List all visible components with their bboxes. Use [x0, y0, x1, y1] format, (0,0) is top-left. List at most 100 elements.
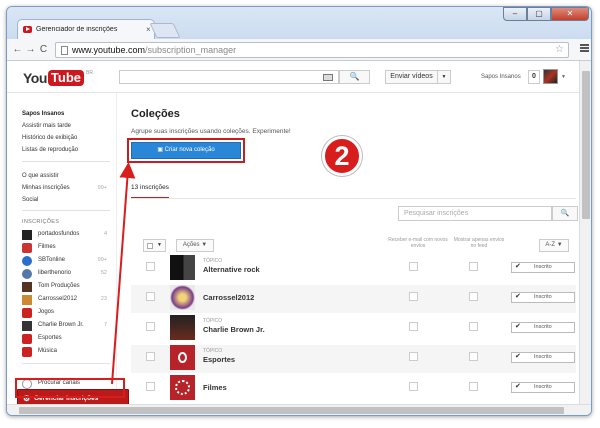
- filter-search-button[interactable]: 🔍: [552, 206, 578, 221]
- subscribed-label: Inscrito: [534, 294, 552, 300]
- upload-dropdown-button[interactable]: ▼: [437, 70, 451, 84]
- feed-checkbox[interactable]: [469, 292, 478, 301]
- sidebar-item-social[interactable]: Social: [22, 197, 38, 203]
- sidebar-item-liberthenorio[interactable]: liberthenorio: [38, 270, 71, 276]
- subscription-manager: Coleções Agrupe suas inscrições usando c…: [117, 93, 579, 404]
- youtube-favicon-icon: [23, 26, 32, 33]
- feed-checkbox[interactable]: [469, 322, 478, 331]
- actions-dropdown[interactable]: Ações ▼: [176, 239, 214, 252]
- sidebar-item-esportes[interactable]: Esportes: [38, 335, 62, 341]
- sidebar-item-filmes[interactable]: Filmes: [38, 244, 56, 250]
- subscribed-label: Inscrito: [534, 384, 552, 390]
- tab-subscriptions-count[interactable]: 13 inscrições: [131, 184, 169, 199]
- sidebar-item-portadosfundos[interactable]: portadosfundos: [38, 231, 79, 237]
- sort-dropdown[interactable]: A-Z ▼: [539, 239, 569, 252]
- sidebar-item-carrossel2012[interactable]: Carrossel2012: [38, 296, 77, 302]
- channel-thumbnail[interactable]: [170, 315, 195, 340]
- notifications-count[interactable]: 0: [528, 70, 540, 84]
- filter-subscriptions-input[interactable]: Pesquisar inscrições: [398, 206, 552, 221]
- close-window-button[interactable]: ✕: [551, 7, 589, 21]
- feed-checkbox[interactable]: [469, 352, 478, 361]
- logo-region: BR: [86, 70, 93, 76]
- email-checkbox[interactable]: [409, 262, 418, 271]
- channel-avatar-icon: [22, 256, 32, 266]
- account-name[interactable]: Sapos Insanos: [481, 74, 521, 80]
- subscribed-button[interactable]: ✔ Inscrito: [511, 352, 575, 363]
- feed-checkbox[interactable]: [469, 262, 478, 271]
- trophy-icon: [22, 334, 32, 344]
- sidebar-item-sbtonline[interactable]: SBTonline: [38, 257, 65, 263]
- email-checkbox[interactable]: [409, 322, 418, 331]
- row-checkbox[interactable]: [146, 382, 155, 391]
- channel-thumbnail[interactable]: [170, 255, 195, 280]
- browser-menu-icon[interactable]: [580, 44, 589, 52]
- tab-close-icon[interactable]: ×: [146, 25, 151, 34]
- select-all-checkbox[interactable]: ▼: [143, 239, 166, 252]
- email-checkbox[interactable]: [409, 352, 418, 361]
- scrollbar-thumb[interactable]: [582, 71, 590, 219]
- maximize-button[interactable]: ▢: [527, 7, 551, 21]
- avatar[interactable]: [543, 69, 558, 84]
- bookmark-star-icon[interactable]: ☆: [555, 44, 564, 55]
- horizontal-scrollbar[interactable]: [7, 404, 591, 415]
- sidebar-item-tom-producoes[interactable]: Tom Produções: [38, 283, 80, 289]
- sidebar-item-jogos[interactable]: Jogos: [38, 309, 54, 315]
- subscription-name[interactable]: Charlie Brown Jr.: [203, 325, 265, 334]
- email-checkbox[interactable]: [409, 382, 418, 391]
- sidebar-item-count: 4: [103, 231, 107, 237]
- avatar-dropdown-icon[interactable]: ▼: [561, 74, 566, 80]
- sidebar-user-name[interactable]: Sapos Insanos: [22, 111, 64, 117]
- forward-icon[interactable]: →: [24, 44, 37, 55]
- sidebar-item-count: 99+: [97, 185, 107, 191]
- subscribed-button[interactable]: ✔ Inscrito: [511, 322, 575, 333]
- tab-title: Gerenciador de inscrições: [36, 26, 118, 33]
- sidebar-item-watch-later[interactable]: Assistir mais tarde: [22, 123, 71, 129]
- subscription-name[interactable]: Carrossel2012: [203, 293, 254, 302]
- film-reel-thumbnail-icon[interactable]: [170, 375, 195, 400]
- topic-label: TÓPICO: [203, 258, 223, 264]
- create-collection-button[interactable]: ▣ Criar nova coleção: [127, 138, 245, 163]
- subscription-name[interactable]: Esportes: [203, 355, 235, 364]
- sidebar-item-playlists[interactable]: Listas de reprodução: [22, 147, 78, 153]
- trophy-thumbnail-icon[interactable]: [170, 345, 195, 370]
- subscription-name[interactable]: Alternative rock: [203, 265, 260, 274]
- minimize-button[interactable]: –: [503, 7, 527, 21]
- row-checkbox[interactable]: [146, 322, 155, 331]
- film-icon: [22, 243, 32, 253]
- browser-tab[interactable]: Gerenciador de inscrições ×: [17, 19, 155, 39]
- sidebar-item-what-to-watch[interactable]: O que assistir: [22, 173, 59, 179]
- vertical-scrollbar[interactable]: [579, 61, 591, 404]
- search-input[interactable]: [119, 70, 339, 84]
- feed-checkbox[interactable]: [469, 382, 478, 391]
- row-checkbox[interactable]: [146, 262, 155, 271]
- music-icon: [22, 347, 32, 357]
- back-icon[interactable]: ←: [11, 44, 24, 55]
- subscribed-button[interactable]: ✔ Inscrito: [511, 292, 575, 303]
- search-button[interactable]: 🔍: [339, 70, 370, 84]
- table-row: Carrossel2012 ✔ Inscrito: [131, 285, 576, 313]
- subscribed-button[interactable]: ✔ Inscrito: [511, 382, 575, 393]
- sidebar-item-musica[interactable]: Música: [38, 348, 57, 354]
- folder-icon: ▣: [157, 147, 165, 153]
- upload-button[interactable]: Enviar vídeos: [385, 70, 438, 84]
- sidebar-item-browse-channels[interactable]: Procurar canais: [38, 380, 80, 386]
- email-checkbox[interactable]: [409, 292, 418, 301]
- row-checkbox[interactable]: [146, 352, 155, 361]
- scrollbar-thumb[interactable]: [19, 407, 564, 414]
- channel-avatar-icon: [22, 282, 32, 292]
- manage-subscriptions-button[interactable]: ⚙ Gerenciar inscrições: [17, 389, 129, 404]
- sidebar-item-charlie-brown-jr[interactable]: Charlie Brown Jr.: [38, 322, 84, 328]
- subscribed-button[interactable]: ✔ Inscrito: [511, 262, 575, 273]
- sidebar-item-history[interactable]: Histórico de exibição: [22, 135, 77, 141]
- reload-icon[interactable]: C: [37, 44, 50, 55]
- page-icon: [61, 45, 68, 55]
- keyboard-icon[interactable]: [323, 74, 333, 81]
- channel-avatar-icon: [22, 321, 32, 331]
- row-checkbox[interactable]: [146, 292, 155, 301]
- browser-window: Gerenciador de inscrições × – ▢ ✕ ← → C …: [6, 6, 592, 416]
- address-bar[interactable]: www.youtube.com /subscription_manager ☆: [55, 42, 569, 58]
- youtube-logo[interactable]: You Tube BR: [23, 70, 93, 86]
- sidebar-item-my-subscriptions[interactable]: Minhas inscrições: [22, 185, 70, 191]
- channel-thumbnail[interactable]: [170, 285, 195, 310]
- subscription-name[interactable]: Filmes: [203, 383, 227, 392]
